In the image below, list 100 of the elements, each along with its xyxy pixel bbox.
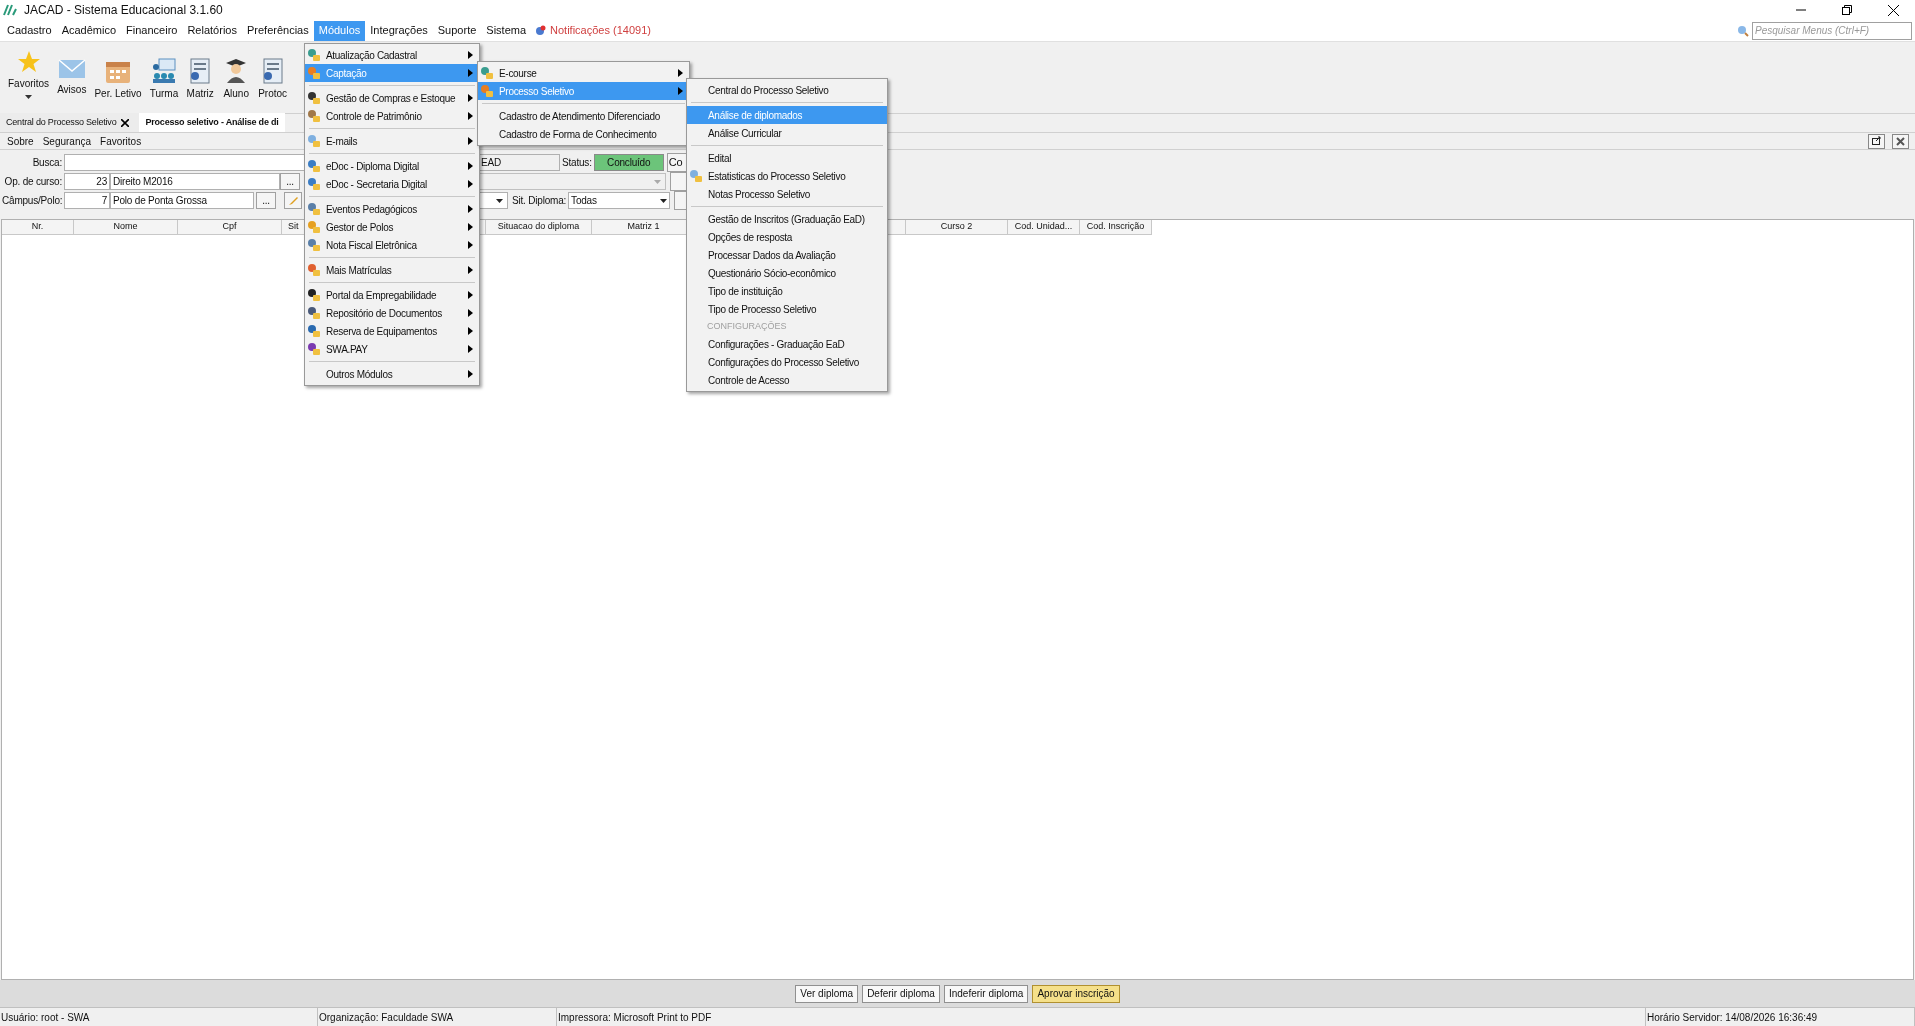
dropdown-caret-icon[interactable]: [25, 95, 33, 99]
menu-item[interactable]: Cadastro de Atendimento Diferenciado: [478, 107, 689, 125]
menu-item[interactable]: Questionário Sócio-econômico: [687, 264, 887, 282]
action-button[interactable]: Aprovar inscrição: [1032, 984, 1120, 1003]
menu-item[interactable]: Configurações - Graduação EaD: [687, 335, 887, 353]
toolbar-button[interactable]: Per. Letivo: [92, 50, 144, 101]
column-header[interactable]: Cod. Unidad...: [1008, 220, 1080, 235]
menu-item-icon: [307, 66, 321, 80]
action-button[interactable]: Ver diploma: [795, 984, 859, 1003]
submenu-arrow-icon: [468, 327, 473, 335]
toolbar-button[interactable]: Aluno: [220, 50, 253, 101]
submenu-arrow-icon: [468, 223, 473, 231]
menu-bar-item[interactable]: Cadastro: [2, 20, 57, 41]
menu-item[interactable]: E-mails: [305, 132, 479, 150]
field-label: Status:: [562, 156, 593, 170]
menu-item[interactable]: Configurações do Processo Seletivo: [687, 353, 887, 371]
menu-item[interactable]: Notas Processo Seletivo: [687, 185, 887, 203]
column-header[interactable]: Nome: [74, 220, 178, 235]
search-field[interactable]: Pesquisar Menus (Ctrl+F): [1752, 21, 1912, 40]
submenu-arrow-icon: [468, 266, 473, 274]
modality-field: EAD: [478, 154, 560, 171]
submenu-item[interactable]: Segurança: [38, 133, 96, 149]
menu-item-icon: [307, 48, 321, 62]
menu-item-icon: [307, 134, 321, 148]
toolbar-button[interactable]: Protoc: [256, 50, 290, 101]
menu-item[interactable]: Tipo de instituição: [687, 282, 887, 300]
menu-item[interactable]: Controle de Acesso: [687, 371, 887, 389]
toolbar-button[interactable]: Matriz: [184, 50, 217, 101]
menu-item[interactable]: Edital: [687, 149, 887, 167]
browse-button[interactable]: ...: [256, 192, 276, 209]
menu-item[interactable]: Eventos Pedagógicos: [305, 200, 479, 218]
menu-bar-item[interactable]: Sistema: [481, 20, 532, 41]
menu-item[interactable]: Outros Módulos: [305, 365, 479, 383]
menu-item[interactable]: eDoc - Secretaria Digital: [305, 175, 479, 193]
submenu-arrow-icon: [468, 345, 473, 353]
menu-item[interactable]: Processar Dados da Avaliação: [687, 246, 887, 264]
submenu-arrow-icon: [678, 69, 683, 77]
menu-item[interactable]: Mais Matrículas: [305, 261, 479, 279]
window-title: JACAD - Sistema Educacional 3.1.60: [24, 2, 223, 19]
submenu-arrow-icon: [468, 291, 473, 299]
toolbar-button[interactable]: Favoritos: [6, 50, 52, 99]
column-header[interactable]: Cod. Inscrição: [1080, 220, 1152, 235]
menu-item-icon: [307, 288, 321, 302]
menu-item[interactable]: E-course: [478, 64, 689, 82]
submenu-arrow-icon: [468, 137, 473, 145]
browse-button[interactable]: ...: [280, 173, 300, 190]
field-label: Câmpus/Polo:: [2, 194, 64, 208]
menu-item[interactable]: Cadastro de Forma de Conhecimento: [478, 125, 689, 143]
document-tab[interactable]: Central do Processo Seletivo: [0, 113, 140, 132]
status-badge: Concluído: [593, 154, 664, 171]
popout-icon[interactable]: [1868, 133, 1885, 149]
menu-item[interactable]: eDoc - Diploma Digital: [305, 157, 479, 175]
menu-item-icon: [307, 306, 321, 320]
menu-item[interactable]: Central do Processo Seletivo: [687, 81, 887, 99]
menu-item[interactable]: Nota Fiscal Eletrônica: [305, 236, 479, 254]
menu-item[interactable]: Atualização Cadastral: [305, 46, 479, 64]
notification-icon[interactable]: [535, 25, 547, 36]
column-header[interactable]: Situacao do diploma: [486, 220, 592, 235]
close-icon[interactable]: [1892, 133, 1909, 149]
toolbar-button[interactable]: Turma: [147, 50, 181, 101]
campus-code-field[interactable]: 7: [64, 192, 110, 209]
campus-name-field[interactable]: Polo de Ponta Grossa: [110, 192, 254, 209]
course-code-field[interactable]: 23: [64, 173, 110, 190]
submenu-item[interactable]: Favoritos: [96, 133, 146, 149]
menu-bar-item[interactable]: Suporte: [432, 20, 482, 41]
menu-item[interactable]: Gestor de Polos: [305, 218, 479, 236]
column-header[interactable]: Curso 2: [906, 220, 1008, 235]
status-bar-field: Organização: Faculdade SWA: [318, 1008, 557, 1026]
close-icon[interactable]: [1888, 4, 1899, 16]
menu-item[interactable]: Portal da Empregabilidade: [305, 286, 479, 304]
menu-bar-item[interactable]: Relatórios: [182, 20, 242, 41]
submenu-arrow-icon: [468, 51, 473, 59]
menu-item[interactable]: Gestão de Compras e Estoque: [305, 89, 479, 107]
menu-item[interactable]: Tipo de Processo Seletivo: [687, 300, 887, 318]
action-button[interactable]: Indeferir diploma: [943, 984, 1029, 1003]
menu-item[interactable]: Reserva de Equipamentos: [305, 322, 479, 340]
menu-bar-item[interactable]: Financeiro: [121, 20, 183, 41]
toolbar-button[interactable]: Avisos: [55, 50, 89, 97]
restore-icon[interactable]: [1842, 5, 1852, 15]
menu-bar-item[interactable]: Integrações: [365, 20, 433, 41]
diploma-status-dropdown[interactable]: Todas: [568, 192, 671, 209]
submenu-arrow-icon: [468, 162, 473, 170]
course-name-field[interactable]: Direito M2016: [110, 173, 280, 190]
menu-item-icon: [307, 342, 321, 356]
menu-item[interactable]: Estatisticas do Processo Seletivo: [687, 167, 887, 185]
column-header[interactable]: Nr.: [2, 220, 74, 235]
action-button[interactable]: Deferir diploma: [862, 984, 940, 1003]
menu-item[interactable]: Repositório de Documentos: [305, 304, 479, 322]
menu-bar-item[interactable]: Acadêmico: [56, 20, 122, 41]
menu-item[interactable]: Análise Curricular: [687, 124, 887, 142]
menu-item-icon: [480, 84, 494, 98]
dropdown-arrow-icon: [654, 179, 661, 184]
menu-bar-item[interactable]: Preferências: [241, 20, 314, 41]
notifications-link[interactable]: Notificações (14091): [550, 22, 651, 39]
document-tab[interactable]: Processo seletivo - Análise de di: [139, 113, 285, 132]
menu-item[interactable]: SWA.PAY: [305, 340, 479, 358]
menu-item[interactable]: Controle de Patrimônio: [305, 107, 479, 125]
column-header[interactable]: Cpf: [178, 220, 282, 235]
close-icon[interactable]: [121, 118, 130, 127]
submenu-item[interactable]: Sobre: [3, 133, 38, 149]
